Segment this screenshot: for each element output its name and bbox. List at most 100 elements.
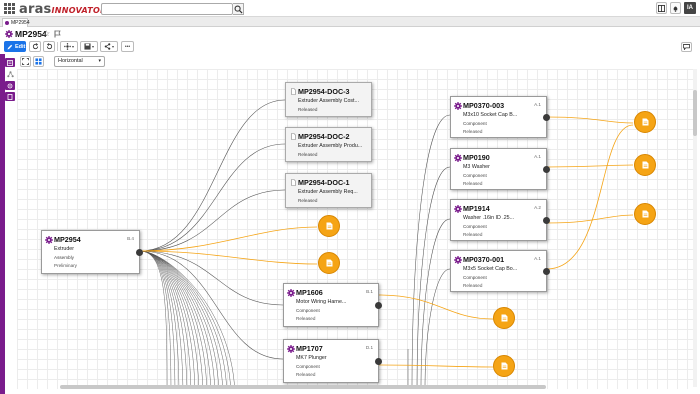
horizontal-scrollbar[interactable]	[60, 385, 546, 389]
refresh-button[interactable]	[29, 41, 41, 52]
node-connector-port[interactable]	[543, 113, 550, 121]
part-gear-icon	[45, 236, 53, 244]
node-revision: A.1	[534, 256, 541, 261]
node-connector-port[interactable]	[543, 216, 550, 224]
node-name: M3x10 Socket Cap B...	[463, 112, 518, 118]
node-revision: B.1	[366, 289, 373, 294]
node-connector-port[interactable]	[543, 267, 550, 275]
app-launcher-icon[interactable]	[4, 3, 15, 14]
node-type: Component	[463, 173, 487, 178]
node-mp0190[interactable]: MP0190 A.1 M3 Washer Component Released	[450, 148, 550, 190]
chevron-down-icon: ▾	[91, 44, 94, 49]
node-doc-1[interactable]: MP2954-DOC-1 Extruder Assembly Req... Re…	[285, 173, 372, 208]
file-node[interactable]	[493, 355, 515, 377]
node-doc-3[interactable]: MP2954-DOC-3 Extruder Assembly Cost... R…	[285, 82, 372, 117]
node-type: Component	[296, 308, 320, 313]
edge-file-p1707	[378, 364, 494, 368]
edge-fan	[139, 250, 231, 389]
node-name: Extruder Assembly Req...	[298, 189, 358, 195]
file-icon	[326, 222, 332, 230]
user-avatar[interactable]: IA	[684, 2, 696, 14]
edge-fan	[139, 250, 223, 389]
undo-button[interactable]	[43, 41, 55, 52]
tab-bar: MP2954	[0, 17, 700, 27]
edge-file-p1606	[378, 294, 494, 320]
edge-file-p0370-003	[546, 116, 634, 124]
notifications-button[interactable]	[670, 2, 681, 14]
part-gear-icon	[454, 154, 462, 162]
item-toolbar: Edit ▾ ▾ ▾ •••	[0, 41, 700, 54]
node-id: MP2954-DOC-3	[298, 87, 350, 96]
node-mp1914[interactable]: MP1914 A.2 Washer .16in ID .25... Compon…	[450, 199, 550, 241]
node-connector-port[interactable]	[375, 357, 382, 365]
sidebar-rail	[0, 54, 5, 394]
layout-toggle-button[interactable]	[656, 2, 667, 14]
node-state: Released	[463, 283, 483, 288]
document-icon	[291, 133, 296, 140]
pencil-icon	[7, 44, 13, 49]
file-node[interactable]	[318, 215, 340, 237]
edit-button-label: Edit	[15, 43, 26, 50]
flag-icon[interactable]	[54, 30, 61, 38]
edge-fan-group	[139, 250, 235, 389]
node-mp1606[interactable]: MP1606 B.1 Motor Wiring Harne... Compone…	[283, 283, 382, 327]
node-doc-2[interactable]: MP2954-DOC-2 Extruder Assembly Produ... …	[285, 127, 372, 162]
node-name: MK7 Plunger	[296, 355, 327, 361]
document-icon	[291, 88, 296, 95]
structure-menu-button[interactable]: ▾	[60, 41, 78, 52]
files-icon	[7, 93, 13, 100]
sidebar-item-structure[interactable]	[5, 70, 15, 79]
layout-direction-select[interactable]: Horizontal ▾	[54, 56, 105, 67]
sidebar-item-form[interactable]	[5, 58, 15, 67]
node-state: Released	[296, 372, 316, 377]
tab-mp2954[interactable]: MP2954	[2, 18, 30, 27]
more-actions-button[interactable]: •••	[121, 41, 134, 52]
panel-icon	[658, 4, 665, 12]
node-root[interactable]: MP2954 B.4 Extruder Assembly Preliminary	[41, 230, 143, 274]
graph-canvas[interactable]: MP2954 B.4 Extruder Assembly Preliminary…	[17, 69, 694, 389]
part-gear-icon	[287, 345, 295, 353]
node-type: Assembly	[54, 255, 74, 260]
grid-layout-button[interactable]	[33, 56, 44, 67]
search-button[interactable]	[233, 3, 244, 15]
file-node[interactable]	[318, 252, 340, 274]
node-name: Extruder	[54, 246, 75, 252]
favorite-star-icon[interactable]: ☆	[43, 29, 50, 38]
chat-icon	[683, 44, 690, 50]
fit-view-button[interactable]	[20, 56, 31, 67]
node-id: MP1606	[296, 288, 323, 297]
search-input[interactable]	[101, 3, 233, 15]
node-id: MP1914	[463, 204, 490, 213]
vertical-scrollbar[interactable]	[693, 90, 697, 136]
node-state: Released	[463, 232, 483, 237]
node-state: Released	[298, 152, 318, 157]
expand-icon	[22, 58, 29, 65]
edge-file-root-a	[139, 226, 318, 252]
save-menu-button[interactable]: ▾	[80, 41, 98, 52]
edit-button[interactable]: Edit	[4, 41, 26, 52]
file-node[interactable]	[634, 203, 656, 225]
node-mp0370-001[interactable]: MP0370-001 A.1 M3x5 Socket Cap Bo... Com…	[450, 250, 550, 292]
node-connector-port[interactable]	[543, 165, 550, 173]
share-menu-button[interactable]: ▾	[100, 41, 118, 52]
node-connector-port[interactable]	[375, 301, 382, 309]
sidebar-item-relationships[interactable]	[5, 81, 15, 90]
top-bar: arasINNOVATOR IA	[0, 0, 700, 17]
part-gear-icon	[5, 30, 13, 38]
node-mp0370-003[interactable]: MP0370-003 A.1 M3x10 Socket Cap B... Com…	[450, 96, 550, 138]
file-node[interactable]	[634, 111, 656, 133]
sidebar-item-files[interactable]	[5, 92, 15, 101]
node-revision: B.4	[127, 236, 134, 241]
edge-fan	[139, 250, 176, 389]
discussion-button[interactable]	[681, 42, 692, 52]
chevron-down-icon: ▾	[98, 58, 101, 64]
file-node[interactable]	[634, 154, 656, 176]
node-name: M3 Washer	[463, 164, 490, 170]
node-mp1707[interactable]: MP1707 D.1 MK7 Plunger Component Release…	[283, 339, 382, 383]
node-connector-port[interactable]	[136, 248, 143, 256]
undo-icon	[46, 43, 52, 50]
node-state: Released	[296, 316, 316, 321]
file-node[interactable]	[493, 307, 515, 329]
node-type: Component	[296, 364, 320, 369]
edge-root-doc1	[139, 189, 286, 252]
